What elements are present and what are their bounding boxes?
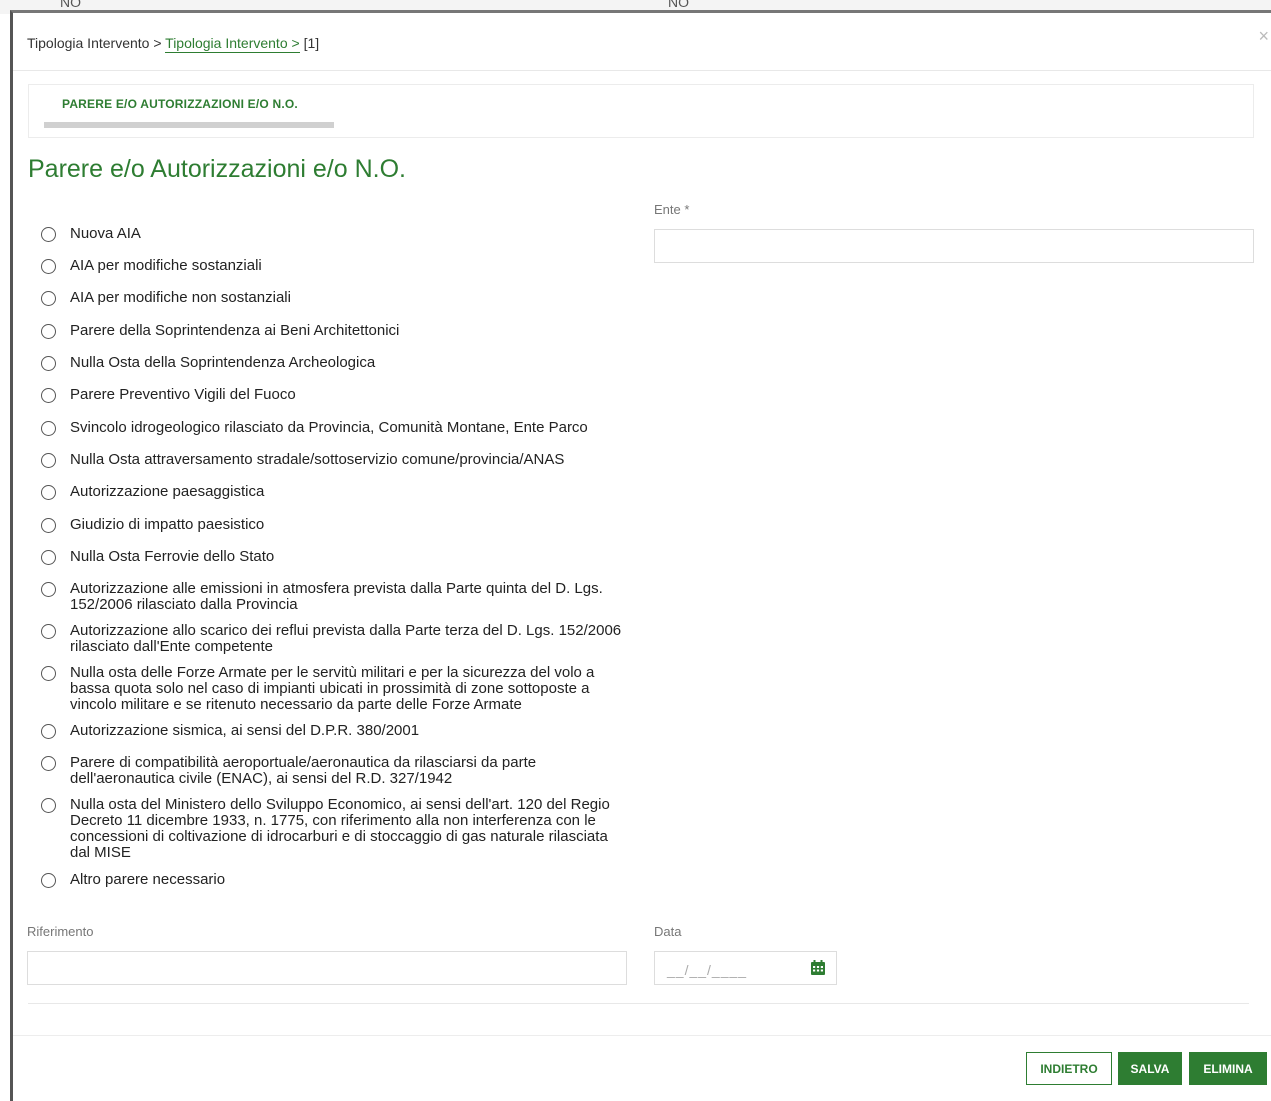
parere-option[interactable]: Nulla Osta della Soprintendenza Archeolo… [41,355,622,371]
parere-option-label: Nulla Osta della Soprintendenza Archeolo… [70,354,376,371]
parere-option[interactable]: Autorizzazione sismica, ai sensi del D.P… [41,723,622,739]
parere-option[interactable]: Parere di compatibilità aeroportuale/aer… [41,755,622,787]
parere-option-label: Parere della Soprintendenza ai Beni Arch… [70,322,400,339]
radio-circle[interactable] [41,756,56,771]
radio-circle[interactable] [41,666,56,681]
back-button[interactable]: INDIETRO [1026,1052,1112,1085]
parere-option[interactable]: Autorizzazione alle emissioni in atmosfe… [41,581,622,613]
radio-circle[interactable] [41,518,56,533]
parere-option-label: Autorizzazione sismica, ai sensi del D.P… [70,722,420,739]
radio-circle[interactable] [41,624,56,639]
radio-circle[interactable] [41,582,56,597]
parere-option[interactable]: Autorizzazione allo scarico dei reflui p… [41,623,622,655]
ente-input[interactable] [654,229,1254,263]
parere-option[interactable]: Giudizio di impatto paesistico [41,517,622,533]
radio-circle[interactable] [41,421,56,436]
parere-option[interactable]: Parere Preventivo Vigili del Fuoco [41,387,622,403]
parere-option-label: Nuova AIA [70,225,141,242]
parere-option-label: Giudizio di impatto paesistico [70,516,265,533]
tab-progress-bar [44,122,334,128]
breadcrumb-link[interactable]: Tipologia Intervento > [165,35,300,53]
breadcrumb: Tipologia Intervento > Tipologia Interve… [27,35,320,53]
modal-dialog: × Tipologia Intervento > Tipologia Inter… [10,10,1271,1101]
radio-circle[interactable] [41,291,56,306]
radio-circle[interactable] [41,453,56,468]
parere-option[interactable]: AIA per modifiche non sostanziali [41,290,622,306]
parere-option-label: Parere Preventivo Vigili del Fuoco [70,386,296,403]
parere-option[interactable]: Altro parere necessario [41,872,622,888]
background-no-option: NO [668,0,689,10]
calendar-icon[interactable] [810,960,826,976]
radio-circle[interactable] [41,227,56,242]
parere-option-label: Autorizzazione paesaggistica [70,483,265,500]
parere-option[interactable]: Nulla osta delle Forze Armate per le ser… [41,665,622,713]
parere-option[interactable]: Nuova AIA [41,226,622,242]
radio-circle[interactable] [41,798,56,813]
parere-option-label: Nulla osta delle Forze Armate per le ser… [70,664,595,713]
parere-option-label: Nulla Osta Ferrovie dello Stato [70,548,275,565]
background-no-option: NO [60,0,81,10]
parere-option[interactable]: AIA per modifiche sostanziali [41,258,622,274]
save-button[interactable]: SALVA [1118,1052,1182,1085]
parere-option-label: Altro parere necessario [70,871,226,888]
riferimento-label: Riferimento [27,924,94,939]
parere-option[interactable]: Svincolo idrogeologico rilasciato da Pro… [41,420,622,436]
parere-option-label: Svincolo idrogeologico rilasciato da Pro… [70,419,588,436]
parere-option-label: AIA per modifiche sostanziali [70,257,262,274]
radio-circle[interactable] [41,324,56,339]
radio-circle[interactable] [41,724,56,739]
data-placeholder: __/__/____ [667,962,748,978]
parere-option-label: AIA per modifiche non sostanziali [70,289,291,306]
data-input[interactable]: __/__/____ [654,951,837,985]
parere-option[interactable]: Parere della Soprintendenza ai Beni Arch… [41,323,622,339]
riferimento-input[interactable] [27,951,627,985]
footer-divider [13,1035,1271,1036]
parere-option[interactable]: Autorizzazione paesaggistica [41,484,622,500]
radio-circle[interactable] [41,356,56,371]
radio-circle[interactable] [41,259,56,274]
close-icon[interactable]: × [1258,27,1269,45]
breadcrumb-current: [1] [303,35,320,51]
divider [28,1003,1249,1004]
parere-option[interactable]: Nulla Osta Ferrovie dello Stato [41,549,622,565]
radio-circle[interactable] [41,873,56,888]
ente-label: Ente * [654,202,690,217]
parere-option[interactable]: Nulla osta del Ministero dello Sviluppo … [41,797,622,861]
parere-option-label: Autorizzazione allo scarico dei reflui p… [70,622,622,655]
breadcrumb-root: Tipologia Intervento > [27,35,162,51]
parere-option[interactable]: Nulla Osta attraversamento stradale/sott… [41,452,622,468]
parere-option-label: Nulla osta del Ministero dello Sviluppo … [70,796,610,861]
radio-circle[interactable] [41,485,56,500]
data-label: Data [654,924,682,939]
step-tab-panel: PARERE E/O AUTORIZZAZIONI E/O N.O. [28,84,1254,138]
tab-parere[interactable]: PARERE E/O AUTORIZZAZIONI E/O N.O. [62,97,298,111]
page-title: Parere e/o Autorizzazioni e/o N.O. [28,155,406,183]
radio-circle[interactable] [41,388,56,403]
divider [13,70,1271,71]
parere-option-label: Autorizzazione alle emissioni in atmosfe… [70,580,603,613]
delete-button[interactable]: ELIMINA [1189,1052,1267,1085]
radio-circle[interactable] [41,550,56,565]
parere-option-label: Nulla Osta attraversamento stradale/sott… [70,451,565,468]
parere-option-label: Parere di compatibilità aeroportuale/aer… [70,754,537,787]
